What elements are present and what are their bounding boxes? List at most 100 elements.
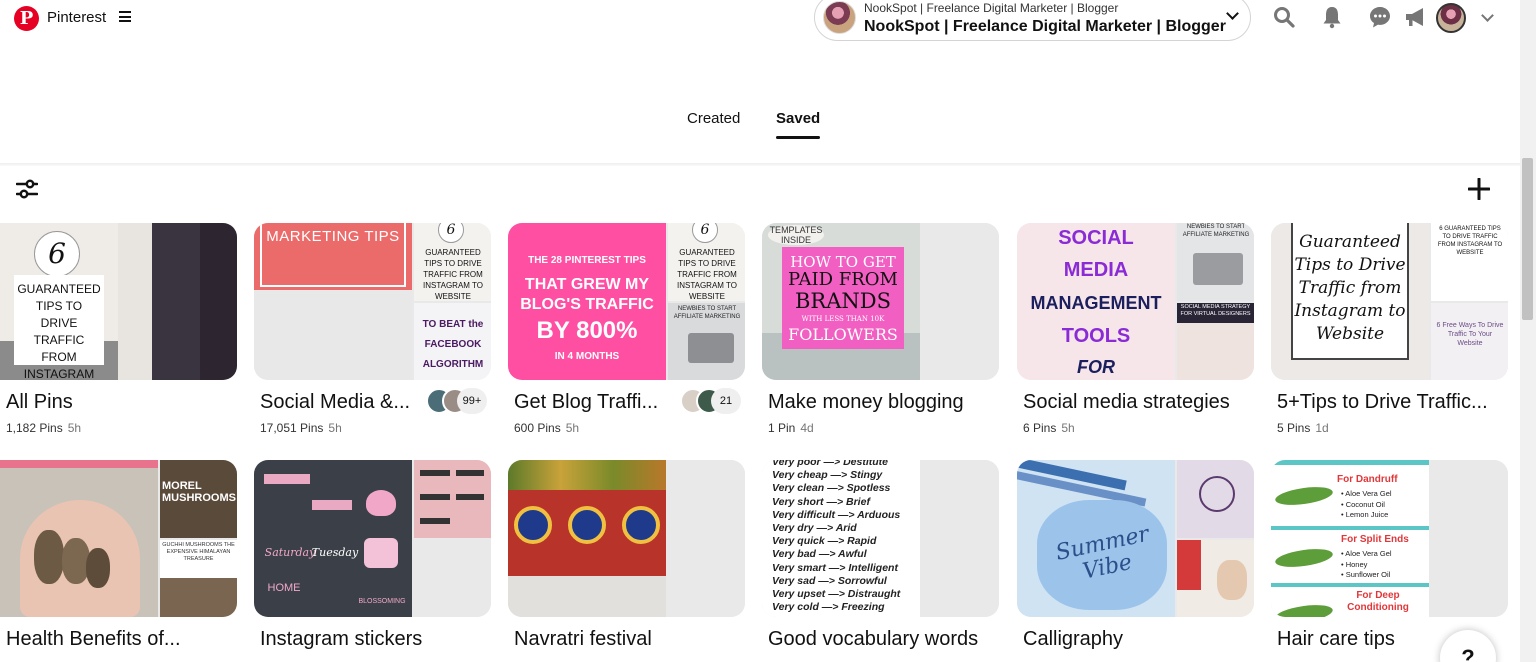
- board-navratri-festival[interactable]: Navratri festival: [508, 460, 745, 650]
- cover-text: HOME: [267, 582, 301, 594]
- board-cover[interactable]: 6 GUARANTEED TIPS TO DRIVE TRAFFIC FROM …: [0, 223, 237, 380]
- cover-pin-empty: [414, 539, 491, 617]
- cover-text: FOR: [1077, 357, 1115, 377]
- pinterest-logo-icon[interactable]: P: [14, 6, 39, 31]
- board-cover[interactable]: MOREL MUSHROOMS GUCHHI MUSHROOMS THE EXP…: [0, 460, 237, 617]
- remedy-list: • Aloe Vera Gel • Coconut Oil • Lemon Ju…: [1341, 489, 1392, 519]
- board-title[interactable]: Instagram stickers: [260, 628, 422, 651]
- board-meta: 1 Pin 4d: [768, 421, 814, 435]
- cover-main-pin: SOCIAL MEDIA MANAGEMENT TOOLS FOR: [1017, 223, 1175, 380]
- cover-pin-empty: [668, 460, 745, 538]
- menu-icon[interactable]: [119, 11, 131, 22]
- cover-text: GUARANTEED TIPS TO DRIVE TRAFFIC FROM IN…: [422, 248, 483, 301]
- board-title[interactable]: Social media strategies: [1023, 391, 1230, 414]
- tab-saved[interactable]: Saved: [776, 110, 820, 127]
- board-get-blog-traffic[interactable]: THE 28 PINTEREST TIPS THAT GREW MY BLOG'…: [508, 223, 745, 435]
- cover-main-pin: Guaranteed Tips to Drive Traffic from In…: [1271, 223, 1429, 380]
- cover-pin: NEWBIES TO START AFFILIATE MARKETING: [1177, 223, 1254, 301]
- board-title[interactable]: All Pins: [6, 391, 73, 414]
- cover-text: MEDIA: [1063, 259, 1129, 281]
- cover-pin: 6 Free Ways To Drive Traffic To Your Web…: [1431, 302, 1508, 380]
- cover-pin-empty: [922, 223, 999, 301]
- board-title[interactable]: Navratri festival: [514, 628, 652, 651]
- board-cover[interactable]: THE 28 PINTEREST TIPS THAT GREW MY BLOG'…: [508, 223, 745, 380]
- messages-icon[interactable]: [1368, 5, 1392, 29]
- board-cover[interactable]: Guaranteed Tips to Drive Traffic from In…: [1271, 223, 1508, 380]
- plus-icon[interactable]: [1468, 178, 1490, 200]
- notifications-icon[interactable]: [1320, 5, 1344, 29]
- chevron-down-icon[interactable]: [1226, 7, 1239, 20]
- board-cover[interactable]: SOCIAL MEDIA MANAGEMENT TOOLS FOR NEWBIE…: [1017, 223, 1254, 380]
- cover-text: THE 28 PINTEREST TIPS: [528, 255, 646, 266]
- cover-pin-empty: [1431, 539, 1508, 617]
- collaborator-count: 21: [711, 388, 741, 414]
- board-title[interactable]: Social Media &...: [260, 391, 410, 414]
- board-tips-drive-traffic[interactable]: Guaranteed Tips to Drive Traffic from In…: [1271, 223, 1508, 435]
- cover-text: BLOSSOMING: [358, 598, 406, 605]
- scrollbar-track[interactable]: [1520, 0, 1536, 662]
- board-good-vocabulary-words[interactable]: Very poor —> Destitute Very cheap —> Sti…: [762, 460, 999, 650]
- cover-text: PAID FROM: [788, 269, 898, 290]
- cover-number: 6: [438, 223, 464, 243]
- cover-pin: NEWBIES TO START AFFILIATE MARKETING: [668, 302, 745, 380]
- cover-pin-empty: [922, 302, 999, 380]
- cover-text: 6 GUARANTEED TIPS TO DRIVE TRAFFIC FROM …: [1437, 226, 1503, 256]
- board-hair-care-tips[interactable]: For Dandruff • Aloe Vera Gel • Coconut O…: [1271, 460, 1508, 650]
- account-switcher[interactable]: NookSpot | Freelance Digital Marketer | …: [814, 0, 1251, 41]
- board-cover[interactable]: MARKETING TIPS 6 GUARANTEED TIPS TO DRIV…: [254, 223, 491, 380]
- board-cover[interactable]: For Dandruff • Aloe Vera Gel • Coconut O…: [1271, 460, 1508, 617]
- board-instagram-stickers[interactable]: Saturday Tuesday HOME BLOSSOMING Instagr…: [254, 460, 491, 650]
- cover-number: 6: [692, 223, 718, 243]
- cover-text: BRANDS: [794, 289, 891, 313]
- account-avatar: [823, 1, 856, 34]
- board-meta: 600 Pins 5h: [514, 421, 580, 435]
- help-button[interactable]: ?: [1440, 630, 1496, 662]
- tab-created[interactable]: Created: [687, 110, 740, 127]
- board-title[interactable]: 5+Tips to Drive Traffic...: [1277, 391, 1488, 414]
- search-icon[interactable]: [1272, 5, 1296, 29]
- cover-pin: 6 GUARANTEED TIPS TO DRIVE TRAFFIC FROM …: [668, 223, 745, 301]
- board-title[interactable]: Hair care tips: [1277, 628, 1395, 651]
- board-social-media[interactable]: MARKETING TIPS 6 GUARANTEED TIPS TO DRIV…: [254, 223, 491, 435]
- filter-sliders-icon[interactable]: [16, 179, 38, 199]
- board-cover[interactable]: TEMPLATES INSIDE HOW TO GET PAID FROM BR…: [762, 223, 999, 380]
- board-title[interactable]: Get Blog Traffi...: [514, 391, 658, 414]
- cover-text: Tuesday: [311, 546, 359, 559]
- cover-pin: TO BEAT the FACEBOOK ALGORITHM: [414, 302, 491, 380]
- board-meta: 17,051 Pins 5h: [260, 421, 342, 435]
- chevron-down-icon[interactable]: [1481, 9, 1494, 22]
- board-meta: 1,182 Pins 5h: [6, 421, 82, 435]
- cover-text: THAT GREW MY BLOG'S TRAFFIC: [520, 276, 654, 313]
- board-cover[interactable]: Saturday Tuesday HOME BLOSSOMING: [254, 460, 491, 617]
- cover-pin: [1177, 539, 1254, 617]
- board-title[interactable]: Make money blogging: [768, 391, 964, 414]
- cover-text: For Dandruff: [1337, 474, 1398, 485]
- remedy-list: • Aloe Vera Gel • Honey • Sunflower Oil: [1341, 549, 1392, 579]
- cover-main-pin: TEMPLATES INSIDE HOW TO GET PAID FROM BR…: [762, 223, 920, 380]
- cover-text: GUARANTEED TIPS TO DRIVE TRAFFIC FROM IN…: [676, 248, 737, 301]
- cover-text: FOLLOWERS: [788, 325, 898, 344]
- cover-pin: [414, 460, 491, 538]
- board-social-media-strategies[interactable]: SOCIAL MEDIA MANAGEMENT TOOLS FOR NEWBIE…: [1017, 223, 1254, 435]
- brand-name[interactable]: Pinterest: [47, 9, 106, 26]
- board-make-money-blogging[interactable]: TEMPLATES INSIDE HOW TO GET PAID FROM BR…: [762, 223, 999, 435]
- cover-number: 6: [34, 231, 80, 277]
- board-cover[interactable]: Very poor —> Destitute Very cheap —> Sti…: [762, 460, 999, 617]
- board-all-pins[interactable]: 6 GUARANTEED TIPS TO DRIVE TRAFFIC FROM …: [0, 223, 237, 435]
- cover-text: BY 800%: [536, 317, 638, 344]
- cover-main-pin: [0, 460, 158, 617]
- avatar[interactable]: [1436, 3, 1466, 33]
- updates-megaphone-icon[interactable]: [1403, 5, 1427, 29]
- board-title[interactable]: Calligraphy: [1023, 628, 1123, 651]
- scrollbar-thumb[interactable]: [1522, 158, 1533, 320]
- board-cover[interactable]: Summer Vibe: [1017, 460, 1254, 617]
- board-title[interactable]: Health Benefits of...: [6, 628, 181, 651]
- cover-main-pin: MARKETING TIPS: [254, 223, 412, 380]
- top-navigation-bar: P Pinterest NookSpot | Freelance Digital…: [0, 0, 1520, 44]
- board-health-benefits[interactable]: MOREL MUSHROOMS GUCHHI MUSHROOMS THE EXP…: [0, 460, 237, 650]
- board-title[interactable]: Good vocabulary words: [768, 628, 978, 651]
- board-cover[interactable]: [508, 460, 745, 617]
- cover-pin: SOCIAL MEDIA STRATEGY FOR VIRTUAL DESIGN…: [1177, 302, 1254, 380]
- board-calligraphy[interactable]: Summer Vibe Calligraphy: [1017, 460, 1254, 650]
- cover-text: For Split Ends: [1341, 534, 1409, 545]
